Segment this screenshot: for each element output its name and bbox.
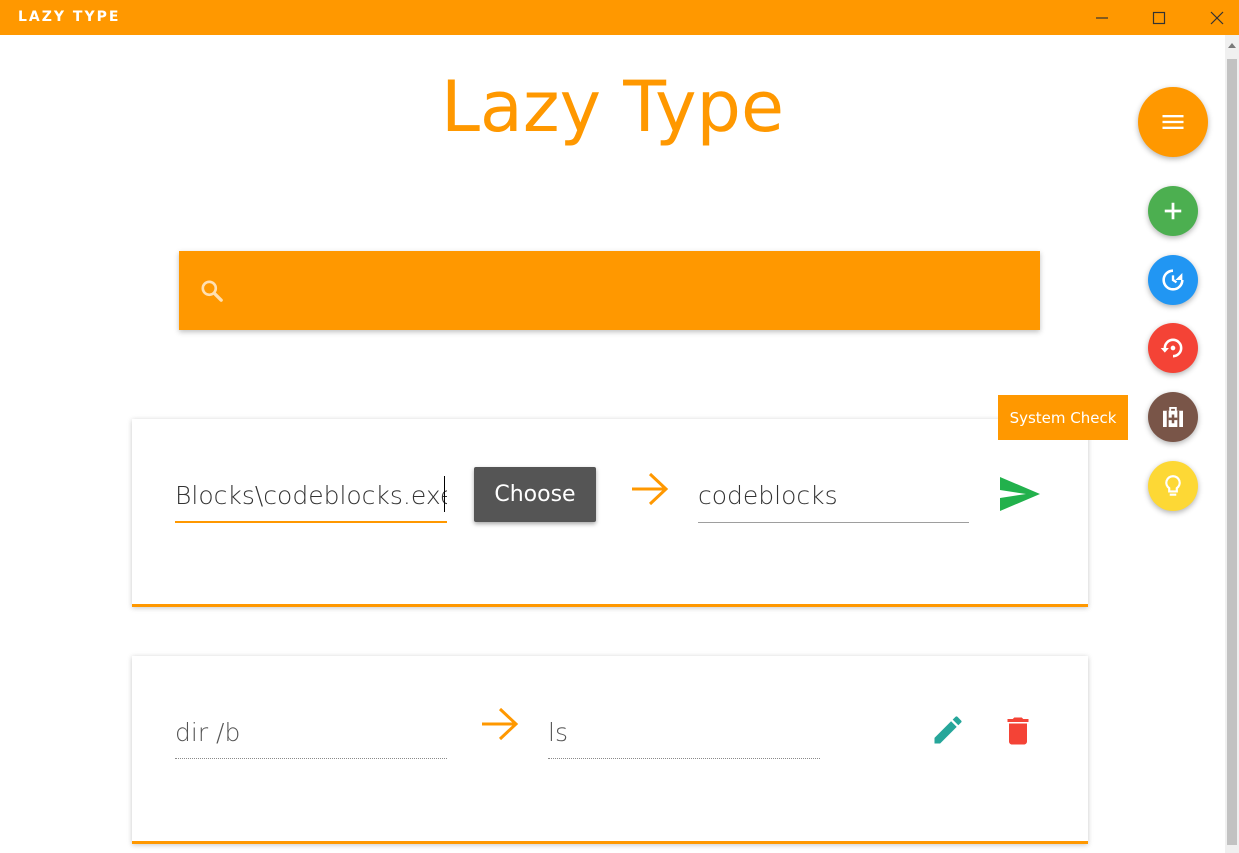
backup-icon bbox=[1162, 269, 1184, 291]
vertical-scrollbar[interactable] bbox=[1225, 35, 1239, 853]
add-fab-button[interactable] bbox=[1148, 186, 1198, 236]
system-check-fab-button[interactable] bbox=[1148, 392, 1198, 442]
close-button[interactable] bbox=[1188, 0, 1239, 35]
arrow-right-icon bbox=[632, 472, 669, 506]
medical-kit-icon bbox=[1163, 407, 1183, 427]
window-title: LAZY TYPE bbox=[18, 9, 121, 25]
restore-fab-button[interactable] bbox=[1148, 323, 1198, 373]
close-icon bbox=[1210, 11, 1224, 24]
shortcut-card-editing: Blocks\codeblocks.exe Choose codeblocks bbox=[132, 419, 1088, 607]
minimize-icon bbox=[1096, 16, 1108, 19]
edit-icon[interactable] bbox=[930, 712, 966, 748]
scroll-up-arrow-icon[interactable] bbox=[1228, 43, 1236, 48]
search-input[interactable] bbox=[239, 271, 1009, 311]
restore-icon bbox=[1160, 338, 1183, 358]
plus-icon bbox=[1164, 202, 1182, 220]
system-check-tooltip: System Check bbox=[998, 395, 1128, 440]
shortcut-card: dir /b ls bbox=[132, 656, 1088, 844]
menu-icon bbox=[1162, 115, 1184, 129]
window-titlebar: LAZY TYPE bbox=[0, 0, 1239, 35]
menu-fab-button[interactable] bbox=[1138, 87, 1208, 157]
search-bar[interactable] bbox=[179, 251, 1040, 330]
search-icon bbox=[201, 280, 223, 302]
maximize-icon bbox=[1152, 11, 1166, 24]
lightbulb-icon bbox=[1165, 475, 1181, 496]
choose-file-button[interactable]: Choose bbox=[474, 467, 596, 522]
minimize-button[interactable] bbox=[1073, 0, 1131, 35]
shortcut-input[interactable]: codeblocks bbox=[698, 475, 969, 523]
maximize-button[interactable] bbox=[1130, 0, 1188, 35]
text-cursor bbox=[444, 476, 445, 512]
scrollbar-thumb[interactable] bbox=[1227, 59, 1237, 845]
delete-icon[interactable] bbox=[1000, 712, 1036, 750]
send-icon[interactable] bbox=[998, 475, 1042, 513]
page-title: Lazy Type bbox=[440, 66, 785, 148]
command-path-input[interactable]: Blocks\codeblocks.exe bbox=[175, 475, 447, 523]
arrow-right-icon bbox=[482, 707, 519, 741]
command-field: dir /b bbox=[175, 712, 447, 759]
backup-fab-button[interactable] bbox=[1148, 255, 1198, 305]
shortcut-field: ls bbox=[548, 712, 820, 759]
tips-fab-button[interactable] bbox=[1148, 461, 1198, 511]
